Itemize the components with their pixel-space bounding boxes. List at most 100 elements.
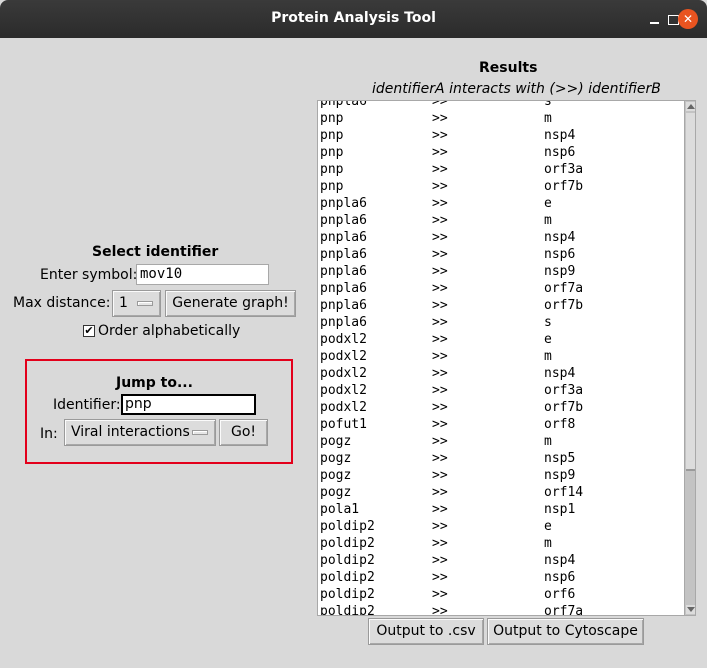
list-item[interactable]: podxl2 >> orf7b <box>320 399 685 416</box>
minimize-icon[interactable] <box>645 9 665 29</box>
identifier-a-cell: pnpla6 <box>320 264 367 279</box>
list-item[interactable]: poldip2 >> m <box>320 535 685 552</box>
identifier-a-cell: podxl2 <box>320 366 367 381</box>
identifier-b-cell: orf7a <box>544 281 584 296</box>
list-item[interactable]: pnpla6 >> m <box>320 212 685 229</box>
list-item[interactable]: pogz >> m <box>320 433 685 450</box>
results-subheading: identifierA interacts with (>>) identifi… <box>372 81 661 97</box>
identifier-b-cell: orf7b <box>544 400 584 415</box>
identifier-b-cell: orf7b <box>544 179 584 194</box>
in-label: In: <box>40 426 58 442</box>
list-item[interactable]: pnp >> nsp6 <box>320 144 685 161</box>
interaction-operator-cell: >> <box>432 417 448 432</box>
list-item[interactable]: poldip2 >> orf6 <box>320 586 685 603</box>
close-icon[interactable]: ✕ <box>678 9 698 29</box>
list-item[interactable]: pogz >> orf14 <box>320 484 685 501</box>
interaction-operator-cell: >> <box>432 570 448 585</box>
identifier-b-cell: nsp9 <box>544 264 576 279</box>
identifier-b-cell: m <box>544 213 552 228</box>
results-heading: Results <box>479 60 538 76</box>
identifier-b-cell: e <box>544 196 552 211</box>
scroll-up-icon[interactable] <box>686 102 695 111</box>
list-item[interactable]: pnpla6 >> nsp6 <box>320 246 685 263</box>
identifier-a-cell: poldip2 <box>320 587 375 602</box>
identifier-b-cell: nsp5 <box>544 451 576 466</box>
window-title: Protein Analysis Tool <box>271 10 436 26</box>
order-alphabetically-checkbox[interactable]: ✔ <box>83 325 95 337</box>
list-item[interactable]: pofut1 >> orf8 <box>320 416 685 433</box>
distance-select[interactable]: 1 <box>112 290 161 317</box>
interaction-operator-cell: >> <box>432 468 448 483</box>
identifier-a-cell: pofut1 <box>320 417 367 432</box>
list-item[interactable]: poldip2 >> orf7a <box>320 603 685 615</box>
order-alphabetically-label[interactable]: Order alphabetically <box>98 323 240 339</box>
scroll-down-icon[interactable] <box>686 605 695 614</box>
identifier-b-cell: nsp4 <box>544 553 576 568</box>
interaction-operator-cell: >> <box>432 519 448 534</box>
interaction-operator-cell: >> <box>432 179 448 194</box>
jump-to-heading: Jump to... <box>116 375 193 391</box>
interaction-operator-cell: >> <box>432 451 448 466</box>
output-cytoscape-button[interactable]: Output to Cytoscape <box>487 618 644 645</box>
jump-identifier-input[interactable]: pnp <box>121 394 256 415</box>
identifier-b-cell: nsp9 <box>544 468 576 483</box>
list-item[interactable]: pnpla6 >> s <box>320 101 685 110</box>
identifier-a-cell: pogz <box>320 434 352 449</box>
output-csv-button[interactable]: Output to .csv <box>368 618 484 645</box>
list-item[interactable]: poldip2 >> nsp6 <box>320 569 685 586</box>
identifier-b-cell: s <box>544 315 552 330</box>
identifier-b-cell: orf3a <box>544 162 584 177</box>
generate-graph-button[interactable]: Generate graph! <box>165 290 296 317</box>
list-item[interactable]: pnpla6 >> e <box>320 195 685 212</box>
list-item[interactable]: pogz >> nsp9 <box>320 467 685 484</box>
list-item[interactable]: pnp >> nsp4 <box>320 127 685 144</box>
symbol-input[interactable]: mov10 <box>136 264 269 285</box>
identifier-a-cell: pogz <box>320 468 352 483</box>
interaction-operator-cell: >> <box>432 536 448 551</box>
list-item[interactable]: pnp >> orf3a <box>320 161 685 178</box>
identifier-b-cell: m <box>544 111 552 126</box>
identifier-b-cell: orf8 <box>544 417 576 432</box>
dropdown-indicator-icon <box>137 301 153 306</box>
identifier-b-cell: nsp6 <box>544 570 576 585</box>
interaction-operator-cell: >> <box>432 553 448 568</box>
identifier-label: Identifier: <box>53 397 121 413</box>
list-item[interactable]: poldip2 >> e <box>320 518 685 535</box>
dropdown-indicator-icon <box>192 430 208 435</box>
interaction-operator-cell: >> <box>432 434 448 449</box>
window-titlebar[interactable]: Protein Analysis Tool ✕ <box>0 0 707 38</box>
jump-in-select[interactable]: Viral interactions <box>64 419 216 446</box>
list-item[interactable]: pnpla6 >> s <box>320 314 685 331</box>
list-item[interactable]: poldip2 >> nsp4 <box>320 552 685 569</box>
symbol-label: Enter symbol: <box>40 267 138 283</box>
results-scrollbar[interactable] <box>684 100 696 616</box>
list-item[interactable]: pnpla6 >> orf7b <box>320 297 685 314</box>
list-item[interactable]: pogz >> nsp5 <box>320 450 685 467</box>
list-item[interactable]: pnpla6 >> nsp4 <box>320 229 685 246</box>
identifier-a-cell: pnpla6 <box>320 196 367 211</box>
interaction-operator-cell: >> <box>432 485 448 500</box>
results-list: pnpla6 >> s pnp >> m pnp >> nsp4 pnp >> nsp6 pnp >> or… <box>320 101 685 615</box>
identifier-a-cell: pnp <box>320 145 344 160</box>
list-item[interactable]: pnp >> m <box>320 110 685 127</box>
identifier-a-cell: podxl2 <box>320 383 367 398</box>
list-item[interactable]: pola1 >> nsp1 <box>320 501 685 518</box>
list-item[interactable]: pnpla6 >> nsp9 <box>320 263 685 280</box>
identifier-a-cell: pnp <box>320 162 344 177</box>
interaction-operator-cell: >> <box>432 128 448 143</box>
go-button[interactable]: Go! <box>219 419 268 446</box>
identifier-a-cell: poldip2 <box>320 553 375 568</box>
list-item[interactable]: podxl2 >> nsp4 <box>320 365 685 382</box>
list-item[interactable]: podxl2 >> orf3a <box>320 382 685 399</box>
distance-label: Max distance: <box>13 295 111 311</box>
interaction-operator-cell: >> <box>432 230 448 245</box>
identifier-a-cell: pnpla6 <box>320 315 367 330</box>
scrollbar-thumb[interactable] <box>686 113 695 471</box>
distance-select-value: 1 <box>119 295 128 311</box>
results-listbox[interactable]: pnpla6 >> s pnp >> m pnp >> nsp4 pnp >> nsp6 pnp >> or… <box>317 100 686 616</box>
list-item[interactable]: pnpla6 >> orf7a <box>320 280 685 297</box>
list-item[interactable]: pnp >> orf7b <box>320 178 685 195</box>
interaction-operator-cell: >> <box>432 587 448 602</box>
list-item[interactable]: podxl2 >> m <box>320 348 685 365</box>
list-item[interactable]: podxl2 >> e <box>320 331 685 348</box>
